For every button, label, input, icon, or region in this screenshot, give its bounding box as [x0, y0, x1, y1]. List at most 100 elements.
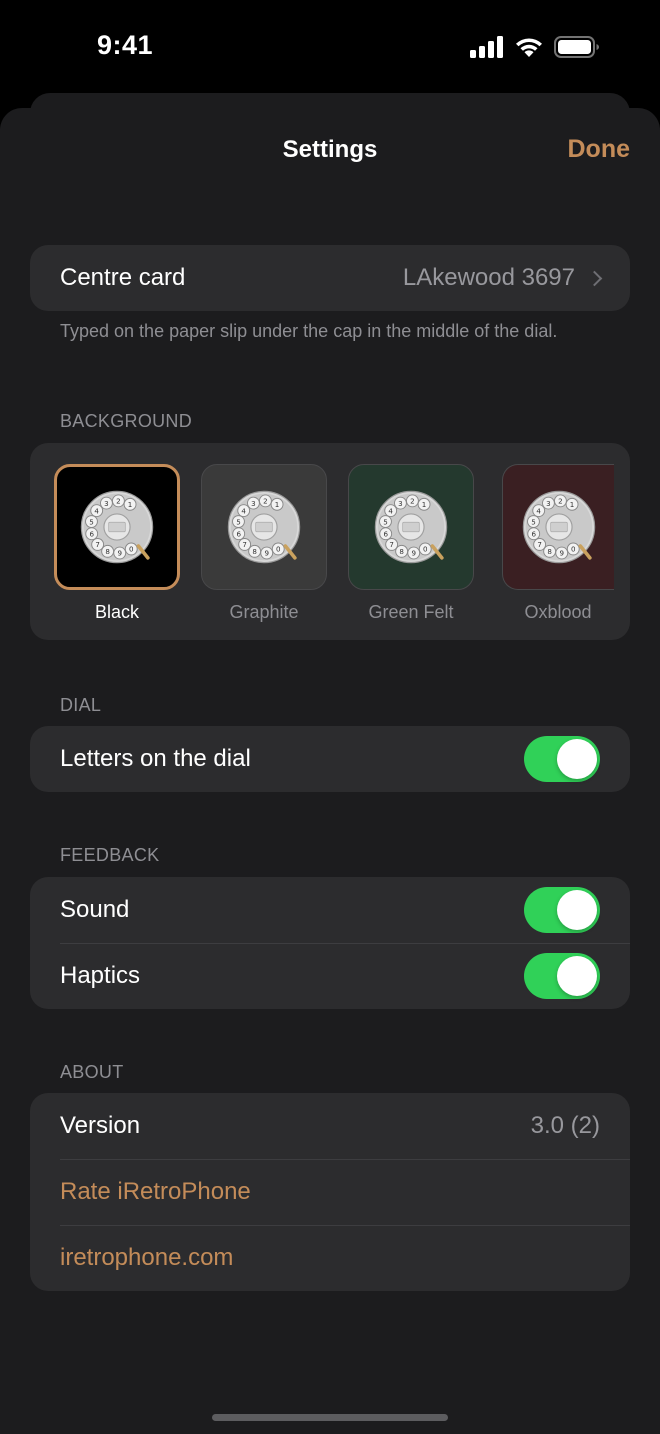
toggle-knob — [557, 739, 597, 779]
haptics-row: Haptics — [30, 943, 630, 1009]
status-bar: 9:41 — [0, 0, 660, 100]
background-option-label: Graphite — [229, 602, 299, 622]
background-option-label: Oxblood — [524, 602, 592, 622]
rotary-dial-icon: 12345 678 9 0 — [227, 490, 301, 564]
centre-card-row[interactable]: Centre card LAkewood 3697 — [30, 245, 630, 311]
svg-text:7: 7 — [95, 540, 100, 549]
background-option-label: Green Felt — [368, 602, 454, 622]
version-label: Version — [60, 1112, 141, 1139]
svg-text:0: 0 — [423, 545, 428, 554]
page-title: Settings — [282, 136, 378, 163]
background-picker: 1 2 3 4 5 6 7 8 9 0 Black 1 2 3 4 5 6 7 8 9 0 Graphite 1 2 3 4 5 6 7… — [30, 443, 630, 640]
svg-text:5: 5 — [531, 517, 536, 526]
rate-app-link[interactable]: Rate iRetroPhone — [60, 1178, 251, 1206]
svg-text:7: 7 — [242, 540, 247, 549]
settings-sheet: Settings Done Centre card LAkewood 3697 … — [0, 108, 660, 1434]
background-strip[interactable]: 1 2 3 4 5 6 7 8 9 0 Black 1 2 3 4 5 6 7 8 9 0 Graphite 1 2 3 4 5 6 7… — [30, 443, 630, 640]
svg-text:4: 4 — [536, 506, 541, 515]
background-option[interactable]: 1 2 3 4 5 6 7 8 9 0 Black — [54, 464, 180, 640]
svg-text:5: 5 — [89, 517, 94, 526]
letters-on-dial-toggle[interactable] — [524, 736, 600, 782]
svg-text:1: 1 — [275, 500, 280, 509]
website-link[interactable]: iretrophone.com — [60, 1244, 233, 1272]
background-thumbnail[interactable]: 12345 67890 — [348, 464, 474, 590]
about-section-header: ABOUT — [60, 1062, 124, 1082]
rotary-dial-icon: 12345 678 9 0 — [374, 490, 448, 564]
svg-text:1: 1 — [128, 500, 133, 509]
centre-card-footer: Typed on the paper slip under the cap in… — [60, 321, 558, 341]
dial-group: Letters on the dial — [30, 726, 630, 792]
done-button[interactable]: Done — [568, 135, 631, 164]
centre-card-value: LAkewood 3697 — [402, 264, 575, 291]
sound-toggle[interactable] — [524, 887, 600, 933]
svg-text:1: 1 — [422, 500, 427, 509]
svg-text:8: 8 — [252, 547, 257, 556]
background-section-header: BACKGROUND — [60, 411, 193, 431]
svg-text:0: 0 — [129, 545, 134, 554]
background-thumbnail[interactable]: 12345 67890 — [54, 464, 180, 590]
svg-text:4: 4 — [241, 506, 246, 515]
svg-text:8: 8 — [105, 547, 110, 556]
svg-text:4: 4 — [94, 506, 99, 515]
toggle-knob — [557, 956, 597, 996]
svg-text:5: 5 — [383, 517, 388, 526]
svg-text:0: 0 — [276, 545, 281, 554]
svg-text:2: 2 — [116, 497, 121, 506]
chevron-right-icon — [586, 270, 603, 286]
svg-text:7: 7 — [389, 540, 394, 549]
feedback-section-header: FEEDBACK — [60, 845, 160, 865]
background-option[interactable]: 1 2 3 4 5 6 7 8 9 0 Green Felt — [348, 464, 474, 640]
letters-on-dial-row: Letters on the dial — [30, 726, 630, 792]
website-row[interactable]: iretrophone.com — [30, 1225, 630, 1291]
version-row: Version 3.0 (2) — [30, 1093, 630, 1159]
background-thumbnail[interactable]: 12345 67890 — [201, 464, 327, 590]
svg-text:4: 4 — [388, 506, 393, 515]
svg-text:7: 7 — [537, 540, 542, 549]
svg-text:3: 3 — [398, 499, 403, 508]
sound-label: Sound — [60, 896, 130, 923]
wifi-icon — [516, 38, 542, 57]
svg-text:5: 5 — [236, 517, 241, 526]
version-value: 3.0 (2) — [530, 1112, 600, 1139]
svg-text:6: 6 — [383, 530, 388, 539]
rotary-dial-icon: 12345 678 9 0 — [522, 490, 595, 564]
feedback-group: Sound Haptics — [30, 877, 630, 1009]
svg-text:8: 8 — [399, 547, 404, 556]
svg-text:1: 1 — [569, 500, 574, 509]
svg-text:8: 8 — [547, 547, 552, 556]
dial-section-header: DIAL — [60, 695, 102, 715]
battery-icon — [554, 36, 599, 58]
svg-text:0: 0 — [570, 545, 575, 554]
svg-text:2: 2 — [410, 497, 415, 506]
centre-card-label: Centre card — [60, 264, 186, 291]
letters-on-dial-label: Letters on the dial — [60, 745, 251, 772]
background-option[interactable]: 1 2 3 4 5 6 7 8 9 0 Graphite — [201, 464, 327, 640]
rate-app-row[interactable]: Rate iRetroPhone — [30, 1159, 630, 1225]
about-group: Version 3.0 (2) Rate iRetroPhone iretrop… — [30, 1093, 630, 1291]
svg-text:3: 3 — [251, 499, 256, 508]
svg-text:2: 2 — [558, 497, 563, 506]
svg-text:6: 6 — [89, 530, 94, 539]
background-option-label: Black — [94, 602, 139, 622]
svg-text:2: 2 — [263, 497, 268, 506]
sound-row: Sound — [30, 877, 630, 943]
cellular-signal-icon — [470, 36, 503, 58]
background-option[interactable]: 1 2 3 4 5 6 7 8 9 0 Oxblood — [495, 464, 621, 640]
svg-text:9: 9 — [411, 549, 416, 558]
svg-text:6: 6 — [236, 530, 241, 539]
centre-card-group: Centre card LAkewood 3697 — [30, 245, 630, 311]
svg-text:9: 9 — [559, 549, 564, 558]
home-indicator — [212, 1414, 448, 1421]
status-icons — [470, 36, 600, 58]
status-time: 9:41 — [97, 30, 154, 60]
svg-text:6: 6 — [531, 530, 536, 539]
svg-text:3: 3 — [104, 499, 109, 508]
svg-text:9: 9 — [117, 549, 122, 558]
haptics-toggle[interactable] — [524, 953, 600, 999]
haptics-label: Haptics — [60, 962, 141, 989]
svg-text:3: 3 — [546, 499, 551, 508]
background-thumbnail[interactable]: 12345 67890 — [502, 464, 614, 590]
rotary-dial-icon: 12345 678 9 0 — [80, 490, 154, 564]
toggle-knob — [557, 890, 597, 930]
svg-text:9: 9 — [264, 549, 269, 558]
